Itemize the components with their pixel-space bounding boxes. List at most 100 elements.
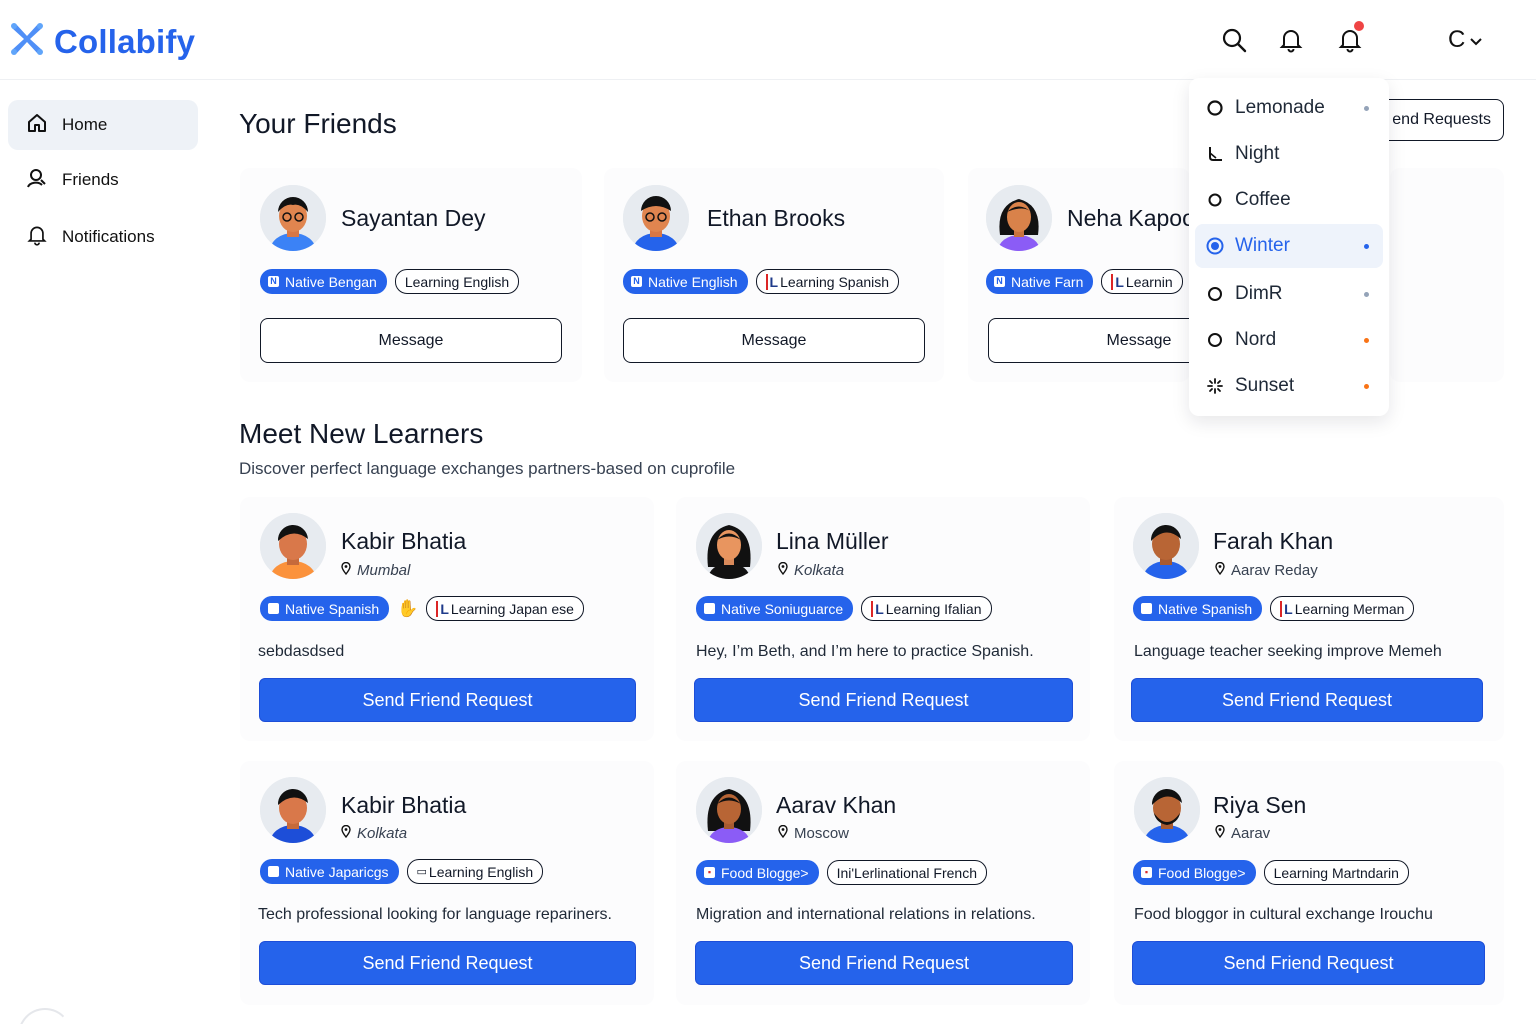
avatar [1133,513,1199,579]
friend-name: Sayantan Dey [341,205,486,231]
learner-bio: Food bloggor in cultural exchange Irouch… [1134,906,1433,923]
send-friend-request-button[interactable]: Send Friend Request [259,678,636,722]
theme-option-night[interactable]: Night [1195,132,1383,176]
learner-location: Aarav [1215,824,1270,842]
learner-card: Farah Khan Aarav Reday Native Spanish LL… [1114,497,1504,741]
friends-section-title: Your Friends [239,108,397,139]
theme-color-dot [1364,383,1369,389]
location-pin-icon [1215,561,1225,579]
bell-icon [26,224,48,251]
learner-name: Riya Sen [1213,792,1307,818]
location-pin-icon [341,561,351,579]
learner-bio: sebdasdsed [258,643,345,660]
learner-location: Kolkata [778,561,844,579]
friend-requests-button[interactable]: end Requests [1372,99,1504,141]
location-pin-icon [778,561,788,579]
learner-card: Kabir Bhatia Kolkata Native Japaricgs ▭ L… [240,761,654,1005]
language-tags: N Native English L Learning Spanish [623,269,900,294]
send-friend-request-button[interactable]: Send Friend Request [695,941,1073,985]
learner-card: Riya Sen Aarav ▪ Food Blogge> Learning Ma… [1114,761,1504,1005]
learner-bio: Tech professional looking for language r… [258,906,612,923]
learning-language-tag: Learning English [394,269,520,294]
notifications-bell-icon[interactable] [1334,21,1366,56]
native-language-tag: Native Spanish [260,596,390,621]
user-icon [26,167,48,194]
theme-option-winter[interactable]: Winter [1195,224,1383,268]
theme-option-dimr[interactable]: DimR [1195,272,1383,316]
learner-name: Lina Müller [776,528,889,554]
language-tags: Native Japaricgs ▭ Learning English [260,859,544,884]
home-icon [26,112,48,139]
language-tags: Native Soniuguarce L Learning Ifalian [696,596,992,621]
send-friend-request-button[interactable]: Send Friend Request [259,941,636,985]
native-language-tag: N Native English [623,269,748,294]
native-language-tag: N Native Farn [986,269,1094,294]
send-friend-request-button[interactable]: Send Friend Request [694,678,1073,722]
theme-option-nord[interactable]: Nord [1195,318,1383,362]
sidebar-item-label: Notifications [62,227,155,246]
avatar [623,185,689,251]
learning-language-tag: L Learning Ifalian [861,596,992,621]
learner-card: Aarav Khan Moscow ▪ Food Blogge> Ini'Lerl… [676,761,1090,1005]
theme-option-coffee[interactable]: Coffee [1195,178,1383,222]
language-tags: Native Spanish L Learning Merman [1133,596,1415,621]
learner-location: Aarav Reday [1215,561,1318,579]
learning-language-tag: L Learning Merman [1270,596,1415,621]
theme-option-lemonade[interactable]: Lemonade [1195,86,1383,130]
native-language-tag: Native Spanish [1133,596,1263,621]
send-friend-request-button[interactable]: Send Friend Request [1131,678,1483,722]
avatar [260,777,326,843]
theme-color-dot [1364,291,1369,297]
learner-name: Aarav Khan [776,792,897,818]
avatar [1134,777,1200,843]
avatar [986,185,1052,251]
avatar [696,513,762,579]
theme-color-dot [1364,337,1369,343]
learner-name: Kabir Bhatia [341,792,467,818]
bell-icon[interactable] [1275,24,1307,56]
location-pin-icon [341,824,351,842]
location-pin-icon [1215,824,1225,842]
notification-badge [1354,21,1364,31]
theme-selector-button[interactable]: C [1448,26,1483,54]
sidebar-item-home[interactable]: Home [8,100,198,150]
language-tags: Native Spanish ✋ L Learning Japan ese [260,596,584,621]
friend-name: Neha Kapoo [1067,205,1190,231]
learner-name: Kabir Bhatia [341,528,467,554]
learner-name: Farah Khan [1213,528,1334,554]
learner-bio: Language teacher seeking improve Memeh [1134,643,1442,660]
chevron-down-icon [1469,26,1483,54]
brand-name: Collabify [54,22,196,60]
native-language-tag: Native Japaricgs [260,859,399,884]
message-button[interactable]: Message [260,318,562,363]
friend-card: Ethan Brooks N Native English L Learning S… [604,168,944,382]
search-icon[interactable] [1218,24,1250,56]
sidebar: Home Friends Notifications [0,80,214,1024]
learner-card: Lina Müller Kolkata Native Soniuguarce L… [676,497,1090,741]
avatar [260,513,326,579]
avatar [696,777,762,843]
sidebar-item-friends[interactable]: Friends [8,155,198,205]
logo-icon [8,20,46,63]
language-tags: N Native Farn L Learnin [986,269,1183,294]
message-button[interactable]: Message [623,318,925,363]
top-header: Collabify C [0,0,1536,80]
circle-icon [1195,191,1235,209]
learner-bio: Migration and international relations in… [696,906,1036,923]
send-friend-request-button[interactable]: Send Friend Request [1132,941,1485,985]
friend-card: Sayantan Dey N Native Bengan Learning Eng… [240,168,582,382]
learner-location: Kolkata [341,824,407,842]
brand-logo[interactable]: Collabify [8,20,195,63]
learning-language-tag: L Learning Japan ese [426,596,584,621]
sidebar-item-notifications[interactable]: Notifications [8,212,198,262]
friend-card: Neha Kapoo N Native Farn L Learnin Message [968,168,1190,382]
learner-bio: Hey, I’m Beth, and I’m here to practice … [696,643,1034,660]
message-button[interactable]: Message [988,318,1190,363]
circle-icon [1195,331,1235,349]
learning-language-tag: Ini'Lerlinational French [826,860,987,885]
learning-language-tag: L Learning Spanish [755,269,900,294]
location-pin-icon [778,824,788,842]
theme-option-sunset[interactable]: Sunset [1195,364,1383,408]
learning-language-tag: Learning Martndarin [1263,860,1409,885]
learners-section-title: Meet New Learners [239,418,484,449]
